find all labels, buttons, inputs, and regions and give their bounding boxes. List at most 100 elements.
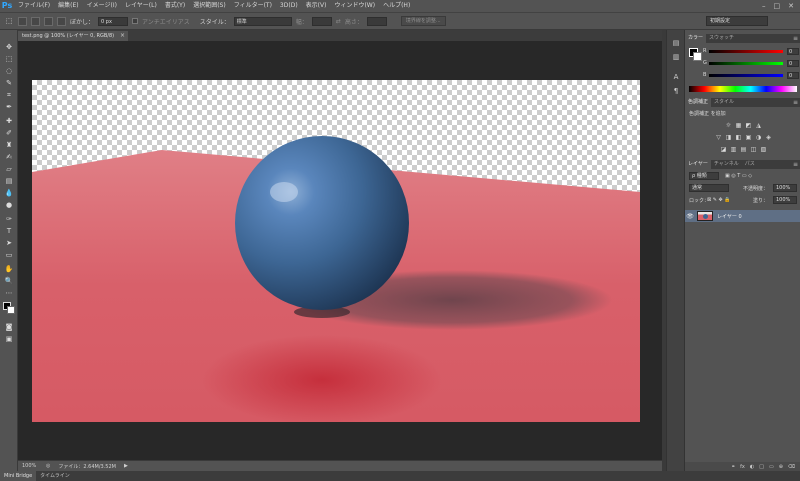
canvas-area[interactable] <box>18 41 662 460</box>
layer-filter-icons[interactable]: ▣ ◎ T ▭ ◇ <box>725 173 752 179</box>
status-menu-arrow-icon[interactable]: ▶ <box>124 463 128 469</box>
blue-slider-track[interactable] <box>709 74 783 77</box>
brush-tool-icon[interactable]: ✐ <box>4 128 14 138</box>
tab-adjustments[interactable]: 色調補正 <box>685 98 712 107</box>
menu-edit[interactable]: 編集(E) <box>54 0 82 12</box>
intersect-selection-button[interactable] <box>57 16 66 26</box>
menu-type[interactable]: 書式(Y) <box>161 0 189 12</box>
layer-visibility-eye-icon[interactable]: 👁 <box>685 213 695 220</box>
crop-tool-icon[interactable]: ⌗ <box>4 90 14 100</box>
style-select[interactable]: 標準 <box>233 16 292 26</box>
character-panel-icon[interactable]: A <box>671 72 681 82</box>
move-tool-icon[interactable]: ✥ <box>4 42 14 52</box>
red-value-input[interactable]: 0 <box>787 48 799 55</box>
swap-icon[interactable]: ⇄ <box>336 18 341 25</box>
black-white-adjust-icon[interactable]: ▣ <box>745 134 752 141</box>
add-selection-button[interactable] <box>31 16 40 26</box>
marquee-tool-preset-icon[interactable]: ⬚ <box>4 16 14 26</box>
history-panel-icon[interactable]: ▤ <box>671 38 681 48</box>
adjustment-layer-icon[interactable]: ◐ <box>750 464 754 470</box>
document-info-icon[interactable]: ◎ <box>46 463 50 469</box>
artwork-canvas[interactable] <box>32 80 640 422</box>
workspace-select[interactable]: 初期設定 <box>706 16 768 26</box>
zoom-level[interactable]: 100% <box>22 463 38 469</box>
menu-select[interactable]: 選択範囲(S) <box>189 0 230 12</box>
document-tab[interactable]: test.png @ 100% (レイヤー 0, RGB/8) × <box>18 31 128 41</box>
layer-name[interactable]: レイヤー 0 <box>717 213 742 220</box>
lasso-tool-icon[interactable]: ◌ <box>4 66 14 76</box>
hand-tool-icon[interactable]: ✋ <box>4 264 14 274</box>
new-group-icon[interactable]: ▭ <box>769 464 774 470</box>
fill-input[interactable]: 100% <box>773 196 797 204</box>
opacity-input[interactable]: 100% <box>773 184 797 192</box>
tab-timeline[interactable]: タイムライン <box>36 471 74 481</box>
link-layers-icon[interactable]: ⚭ <box>731 464 735 470</box>
color-balance-adjust-icon[interactable]: ◧ <box>735 134 742 141</box>
add-mask-icon[interactable]: □ <box>759 464 764 470</box>
height-input[interactable] <box>366 16 387 26</box>
history-brush-tool-icon[interactable]: ✍ <box>4 152 14 162</box>
refine-edge-button[interactable]: 境界線を調整... <box>400 16 446 26</box>
eraser-tool-icon[interactable]: ▱ <box>4 164 14 174</box>
menu-window[interactable]: ウィンドウ(W) <box>330 0 379 12</box>
menu-help[interactable]: ヘルプ(H) <box>379 0 414 12</box>
maximize-button[interactable]: □ <box>774 2 781 10</box>
tab-mini-bridge[interactable]: Mini Bridge <box>0 471 37 481</box>
tab-swatches[interactable]: スウォッチ <box>706 34 737 43</box>
paragraph-panel-icon[interactable]: ¶ <box>671 86 681 96</box>
subtract-selection-button[interactable] <box>44 16 53 26</box>
path-select-tool-icon[interactable]: ➤ <box>4 238 14 248</box>
menu-filter[interactable]: フィルター(T) <box>230 0 276 12</box>
stamp-tool-icon[interactable]: ♜ <box>4 140 14 150</box>
photo-filter-adjust-icon[interactable]: ◑ <box>755 134 762 141</box>
menu-view[interactable]: 表示(V) <box>302 0 331 12</box>
invert-adjust-icon[interactable]: ◪ <box>720 146 727 153</box>
gradient-map-adjust-icon[interactable]: ◫ <box>750 146 757 153</box>
marquee-tool-icon[interactable]: ⬚ <box>4 54 14 64</box>
tab-channels[interactable]: チャンネル <box>711 160 742 169</box>
tab-layers[interactable]: レイヤー <box>685 160 711 169</box>
blur-tool-icon[interactable]: 💧 <box>4 188 14 198</box>
extra-tool-icon[interactable]: ⋯ <box>4 288 14 298</box>
type-tool-icon[interactable]: T <box>4 226 14 236</box>
width-input[interactable] <box>311 16 332 26</box>
background-color-swatch[interactable] <box>7 306 15 314</box>
new-layer-icon[interactable]: ⊕ <box>779 464 783 470</box>
tab-color[interactable]: カラー <box>685 34 707 43</box>
vibrance-adjust-icon[interactable]: ▽ <box>715 134 722 141</box>
dodge-tool-icon[interactable]: ● <box>4 200 14 210</box>
layers-panel-menu-icon[interactable]: ≡ <box>793 160 800 169</box>
minimize-button[interactable]: – <box>762 2 766 10</box>
screen-mode-icon[interactable]: ▣ <box>4 334 14 344</box>
new-selection-button[interactable] <box>18 16 27 26</box>
lock-icons[interactable]: ⊠ ✎ ✥ 🔒 <box>707 197 731 203</box>
quick-mask-icon[interactable]: ◙ <box>4 322 14 332</box>
exposure-adjust-icon[interactable]: ◮ <box>755 122 762 129</box>
channel-mixer-adjust-icon[interactable]: ◈ <box>765 134 772 141</box>
eyedropper-tool-icon[interactable]: ✒ <box>4 102 14 112</box>
red-slider-track[interactable] <box>709 50 783 53</box>
adjustments-panel-menu-icon[interactable]: ≡ <box>793 98 800 107</box>
menu-layer[interactable]: レイヤー(L) <box>121 0 161 12</box>
tab-styles[interactable]: スタイル <box>711 98 737 107</box>
zoom-tool-icon[interactable]: 🔍 <box>4 276 14 286</box>
document-tab-close-icon[interactable]: × <box>120 31 125 41</box>
shape-tool-icon[interactable]: ▭ <box>4 250 14 260</box>
green-value-input[interactable]: 0 <box>787 60 799 67</box>
pen-tool-icon[interactable]: ✑ <box>4 214 14 224</box>
menu-3d[interactable]: 3D(D) <box>276 0 302 12</box>
delete-layer-icon[interactable]: ⌫ <box>788 464 795 470</box>
healing-tool-icon[interactable]: ✚ <box>4 116 14 126</box>
layer-row[interactable]: 👁 レイヤー 0 <box>685 210 800 222</box>
close-button[interactable]: ✕ <box>788 2 794 10</box>
layer-style-icon[interactable]: fx <box>740 464 745 470</box>
threshold-adjust-icon[interactable]: ▤ <box>740 146 747 153</box>
quick-select-tool-icon[interactable]: ✎ <box>4 78 14 88</box>
feather-input[interactable]: 0 px <box>98 16 129 26</box>
curves-adjust-icon[interactable]: ◩ <box>745 122 752 129</box>
properties-panel-icon[interactable]: ▥ <box>671 52 681 62</box>
hue-saturation-adjust-icon[interactable]: ◨ <box>725 134 732 141</box>
tab-paths[interactable]: パス <box>742 160 758 169</box>
blend-mode-select[interactable]: 通常 <box>689 184 729 192</box>
color-panel-menu-icon[interactable]: ≡ <box>793 34 800 43</box>
